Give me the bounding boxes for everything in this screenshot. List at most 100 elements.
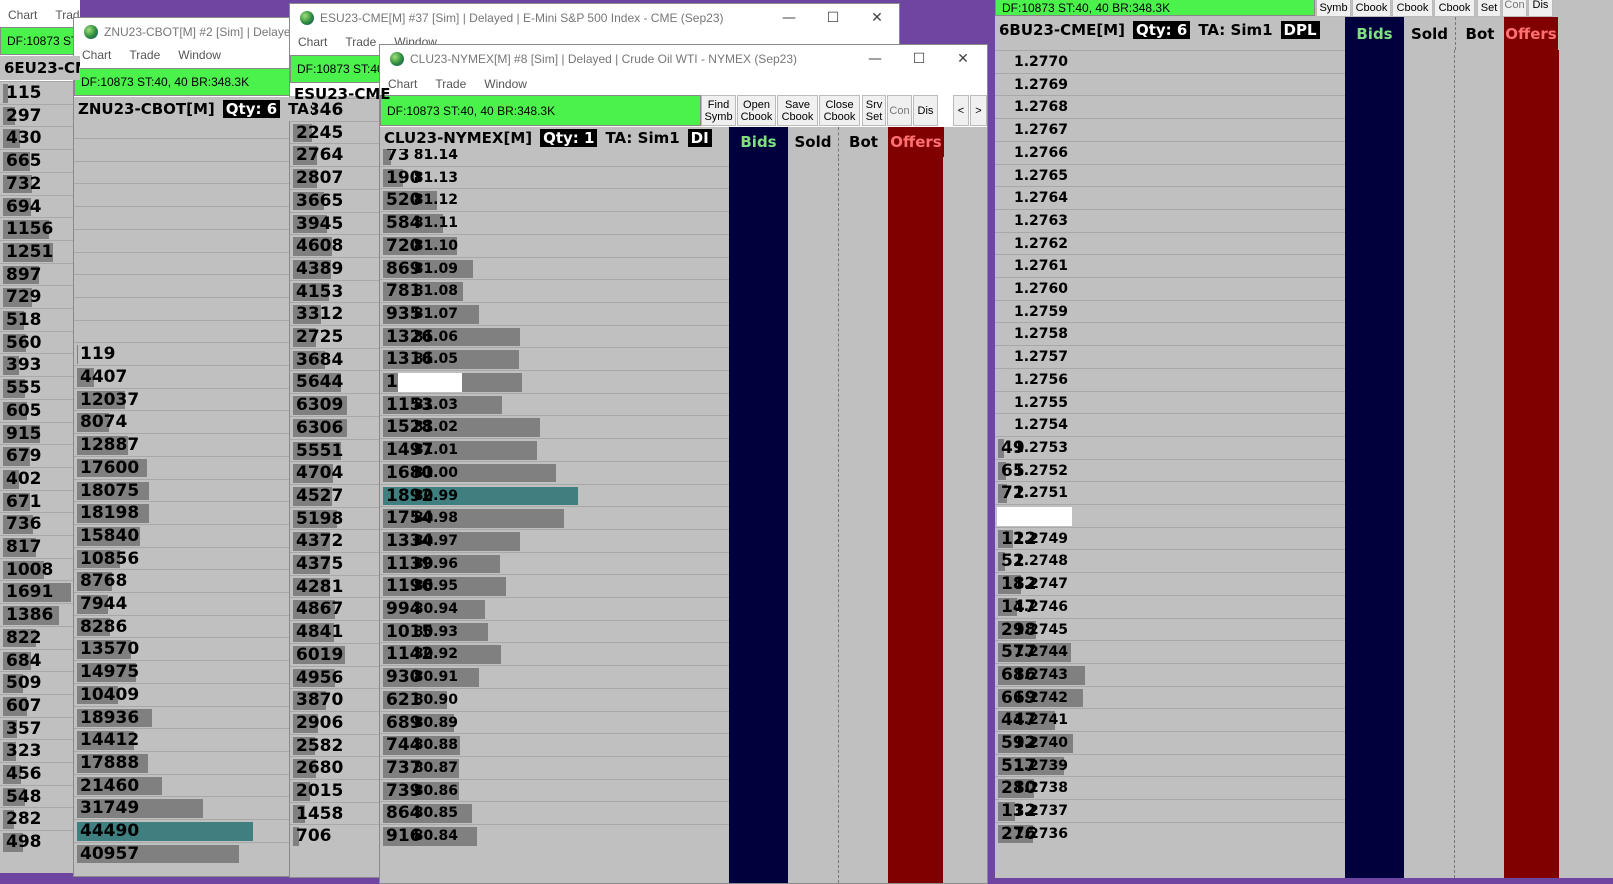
ladder-row[interactable]: 8074 bbox=[74, 410, 313, 433]
ladder-row[interactable] bbox=[74, 252, 313, 275]
sold-header[interactable]: Sold bbox=[1404, 17, 1455, 50]
ladder-row[interactable]: 68980.89 bbox=[380, 711, 729, 734]
ladder-row[interactable]: 671 bbox=[0, 490, 80, 513]
ladder-row[interactable]: 1.2757 bbox=[995, 345, 1345, 368]
price-ladder[interactable]: 1152974306657326941156125189772951856039… bbox=[0, 81, 80, 873]
menu-window[interactable]: Window bbox=[178, 48, 221, 62]
ladder-row[interactable]: 1.2770 bbox=[995, 50, 1345, 73]
maximize-button[interactable]: ☐ bbox=[811, 4, 855, 31]
ladder-row[interactable]: 1.2755 bbox=[995, 391, 1345, 414]
ladder-row[interactable]: 498 bbox=[0, 830, 80, 853]
ladder-row[interactable]: 18198 bbox=[74, 501, 313, 524]
ladder-row[interactable]: 679 bbox=[0, 444, 80, 467]
ladder-row[interactable]: 518 bbox=[0, 308, 80, 331]
ladder-row[interactable]: 44490 bbox=[74, 819, 313, 842]
window-clu[interactable]: CLU23-NYMEX[M] #8 [Sim] | Delayed | Crud… bbox=[379, 44, 988, 884]
ladder-row[interactable]: 430 bbox=[0, 126, 80, 149]
ladder-row[interactable]: 8286 bbox=[74, 615, 313, 638]
ladder-row[interactable]: 1471.2746 bbox=[995, 595, 1345, 618]
ladder-row[interactable]: 8768 bbox=[74, 569, 313, 592]
window-znu[interactable]: ZNU23-CBOT[M] #2 [Sim] | Delayed Chart T… bbox=[73, 17, 313, 877]
ladder-row[interactable]: 5921.2740 bbox=[995, 731, 1345, 754]
ladder-row[interactable]: 19081.13 bbox=[380, 166, 729, 189]
open-cbook-button[interactable]: Open Cbook bbox=[737, 95, 776, 126]
ladder-row[interactable] bbox=[74, 320, 313, 343]
offers-header[interactable]: Offers bbox=[1504, 17, 1558, 50]
ladder-row[interactable]: 113980.96 bbox=[380, 552, 729, 575]
connect-button[interactable]: Con bbox=[887, 95, 912, 126]
price-edit-box[interactable] bbox=[398, 373, 462, 392]
menu-chart[interactable]: Chart bbox=[8, 8, 37, 22]
menu-chart[interactable]: Chart bbox=[82, 48, 111, 62]
ladder-row[interactable] bbox=[74, 161, 313, 184]
ladder-row[interactable]: 72081.10 bbox=[380, 234, 729, 257]
connect-button[interactable]: Con bbox=[1502, 0, 1527, 17]
close-button[interactable]: ✕ bbox=[941, 45, 985, 72]
ladder-row[interactable]: 297 bbox=[0, 104, 80, 127]
bot-header[interactable]: Bot bbox=[838, 127, 888, 157]
ladder-row[interactable]: 86981.09 bbox=[380, 257, 729, 280]
ladder-row[interactable]: 78181.08 bbox=[380, 279, 729, 302]
window-6eu[interactable]: Chart Trade Window DF:10873 ST:4 6EU23-C… bbox=[0, 0, 80, 873]
ladder-row[interactable]: 729 bbox=[0, 285, 80, 308]
ladder-row[interactable]: 14975 bbox=[74, 660, 313, 683]
ladder-row[interactable]: 491.2753 bbox=[995, 436, 1345, 459]
close-button[interactable]: ✕ bbox=[855, 4, 899, 31]
ladder-row[interactable]: 1.2758 bbox=[995, 322, 1345, 345]
ladder-row[interactable]: 189280.99 bbox=[380, 484, 729, 507]
ladder-row[interactable]: 17600 bbox=[74, 456, 313, 479]
ladder-row[interactable]: 4471.2741 bbox=[995, 708, 1345, 731]
ladder-row[interactable]: 99480.94 bbox=[380, 597, 729, 620]
ladder-row[interactable] bbox=[74, 183, 313, 206]
disconnect-button[interactable]: Dis bbox=[1528, 0, 1553, 17]
ladder-row[interactable]: 133480.97 bbox=[380, 529, 729, 552]
ladder-row[interactable]: 114280.92 bbox=[380, 642, 729, 665]
ladder-row[interactable]: 1691 bbox=[0, 580, 80, 603]
ladder-row[interactable]: 665 bbox=[0, 149, 80, 172]
ladder-row[interactable]: 18075 bbox=[74, 479, 313, 502]
ladder-row[interactable]: 62180.90 bbox=[380, 688, 729, 711]
ladder-row[interactable]: 1.2766 bbox=[995, 141, 1345, 164]
ladder-row[interactable]: 282 bbox=[0, 807, 80, 830]
ladder-row[interactable]: 74480.88 bbox=[380, 733, 729, 756]
ladder-row[interactable]: 607 bbox=[0, 694, 80, 717]
ladder-row[interactable]: 115 bbox=[0, 81, 80, 104]
ladder-row[interactable]: 7944 bbox=[74, 592, 313, 615]
ladder-row[interactable]: 131681.05 bbox=[380, 347, 729, 370]
ladder-row[interactable]: 822 bbox=[0, 626, 80, 649]
ladder-row[interactable]: 1008 bbox=[0, 558, 80, 581]
ladder-row[interactable]: 1348 bbox=[380, 370, 729, 393]
close-cbook-button[interactable]: Cbook bbox=[1434, 0, 1475, 17]
ladder-row[interactable]: 521.2748 bbox=[995, 549, 1345, 572]
ladder-row[interactable]: 1.2761 bbox=[995, 254, 1345, 277]
ladder-row[interactable]: 2761.2736 bbox=[995, 822, 1345, 845]
ladder-row[interactable] bbox=[74, 274, 313, 297]
server-settings-button[interactable]: Set bbox=[1477, 0, 1501, 17]
find-symbol-button[interactable]: Symb bbox=[1316, 0, 1351, 17]
ladder-row[interactable]: 5771.2744 bbox=[995, 640, 1345, 663]
ladder-row[interactable]: 18936 bbox=[74, 706, 313, 729]
ladder-row[interactable]: 1156 bbox=[0, 217, 80, 240]
ladder-row[interactable]: 175480.98 bbox=[380, 506, 729, 529]
price-ladder[interactable]: 1194407120378074128871760018075181981584… bbox=[74, 121, 313, 876]
ladder-row[interactable]: 1251 bbox=[0, 240, 80, 263]
ladder-row[interactable]: 31749 bbox=[74, 796, 313, 819]
ladder-row[interactable]: 10856 bbox=[74, 547, 313, 570]
ladder-row[interactable]: 52081.12 bbox=[380, 188, 729, 211]
offers-header[interactable]: Offers bbox=[888, 127, 944, 157]
ladder-row[interactable]: 6861.2743 bbox=[995, 663, 1345, 686]
minimize-button[interactable]: — bbox=[853, 45, 897, 72]
ladder-row[interactable]: 15840 bbox=[74, 524, 313, 547]
ladder-row[interactable]: 1.2769 bbox=[995, 73, 1345, 96]
menu-trade[interactable]: Trade bbox=[345, 35, 376, 49]
ladder-row[interactable]: 73980.86 bbox=[380, 779, 729, 802]
menu-trade[interactable]: Trade bbox=[129, 48, 160, 62]
ladder-row[interactable]: 548 bbox=[0, 785, 80, 808]
bids-header[interactable]: Bids bbox=[1345, 17, 1404, 50]
disconnect-button[interactable]: Dis bbox=[913, 95, 938, 126]
ladder-row[interactable]: 357 bbox=[0, 717, 80, 740]
ladder-row[interactable]: 694 bbox=[0, 195, 80, 218]
ladder-row[interactable]: 1.2767 bbox=[995, 118, 1345, 141]
ladder-row[interactable]: 1321.2737 bbox=[995, 799, 1345, 822]
ladder-row[interactable]: 915 bbox=[0, 422, 80, 445]
